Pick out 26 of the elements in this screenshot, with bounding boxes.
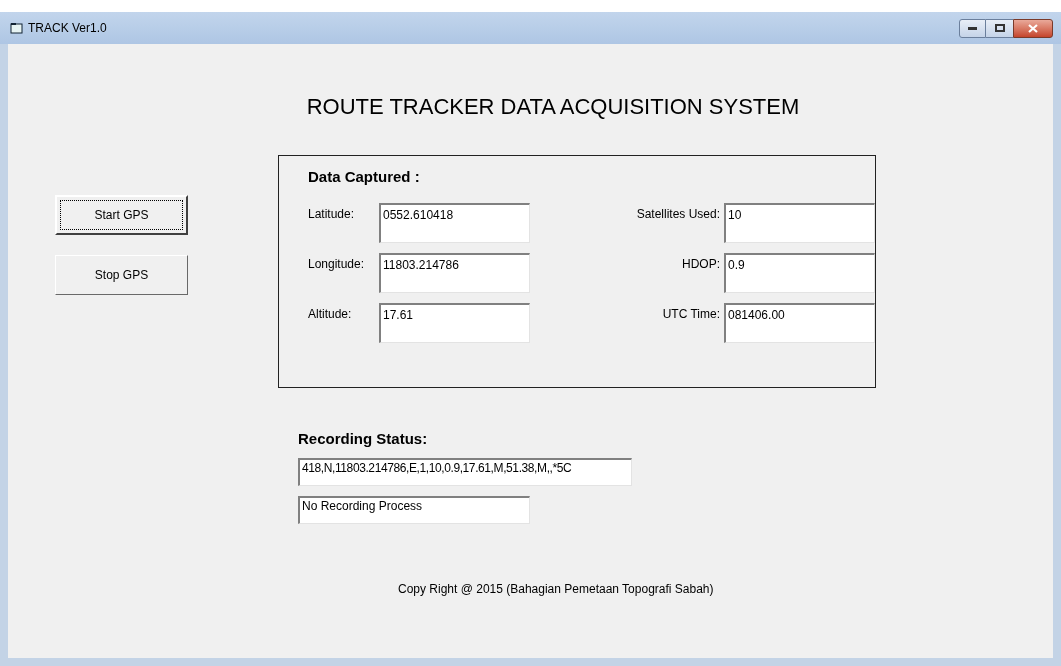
field-label: Latitude: (308, 205, 356, 223)
window-title: TRACK Ver1.0 (28, 20, 107, 37)
field-label: UTC Time: (661, 305, 721, 323)
maximize-button[interactable] (986, 18, 1013, 38)
value-field[interactable]: 17.61 (379, 302, 530, 343)
app-heading: ROUTE TRACKER DATA ACQUISITION SYSTEM (306, 93, 800, 121)
section-title: Recording Status: (298, 429, 428, 449)
minimize-button[interactable] (959, 18, 986, 38)
field-label: Satellites Used: (635, 205, 721, 223)
recording-status-field[interactable]: No Recording Process (298, 495, 530, 524)
field-label: Longitude: (308, 255, 366, 273)
close-icon (1028, 23, 1038, 33)
nmea-sentence-field[interactable]: 418,N,11803.214786,E,1,10,0.9,17.61,M,51.38,M,,*5C (298, 457, 632, 486)
value-field[interactable]: 0552.610418 (379, 202, 530, 243)
field-label: Altitude: (308, 305, 353, 323)
value-field[interactable]: 10 (724, 202, 875, 243)
close-button[interactable] (1013, 18, 1053, 38)
value-field[interactable]: 0.9 (724, 252, 875, 293)
value-field[interactable]: 081406.00 (724, 302, 875, 343)
gps-button[interactable]: Start GPS (55, 195, 188, 235)
value-field[interactable]: 11803.214786 (379, 252, 530, 293)
app-icon (10, 22, 24, 34)
frame-title: Data Captured : (308, 167, 421, 187)
copyright-text: Copy Right @ 2015 (Bahagian Pemetaan Topografi Sabah) (398, 581, 714, 596)
gps-button[interactable]: Stop GPS (55, 255, 188, 295)
field-label: HDOP: (681, 255, 721, 273)
